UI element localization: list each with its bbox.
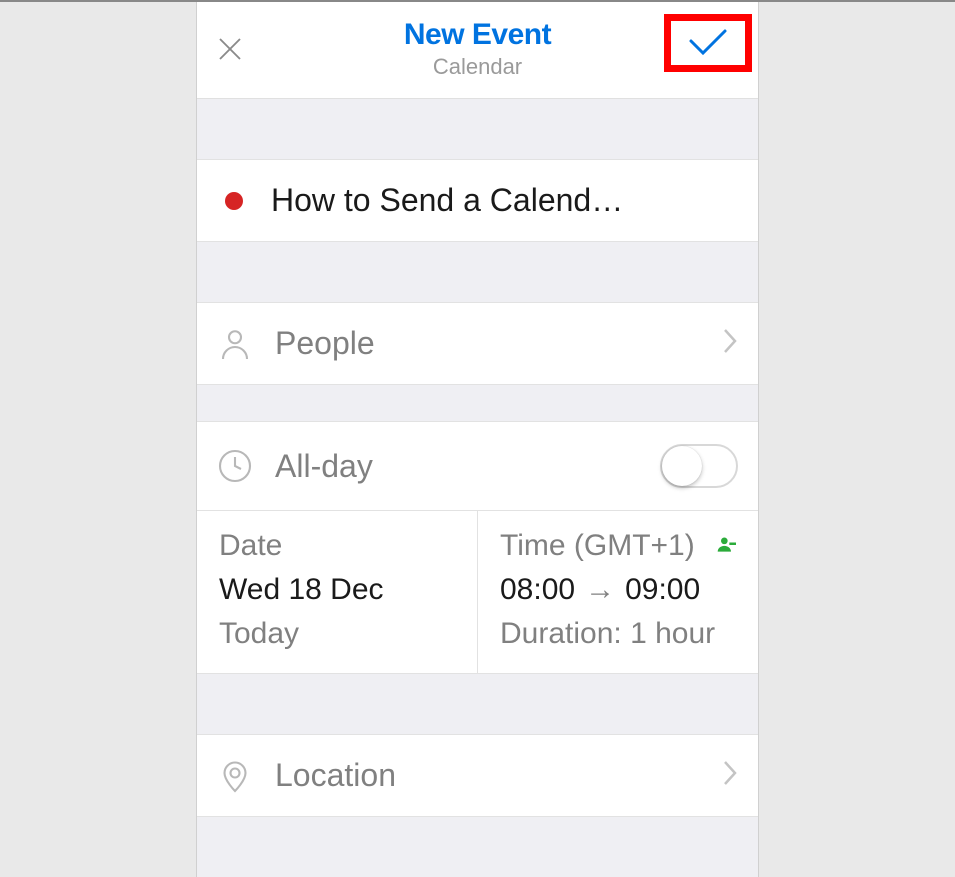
duration-text: Duration: 1 hour xyxy=(500,617,736,651)
date-relative: Today xyxy=(219,617,455,651)
location-pin-icon xyxy=(217,758,253,794)
close-icon[interactable] xyxy=(215,34,245,64)
new-event-screen: New Event Calendar How to Send a Calend…… xyxy=(196,2,759,877)
person-icon xyxy=(217,326,253,362)
event-title-text: How to Send a Calend… xyxy=(271,182,738,219)
people-label: People xyxy=(275,325,722,362)
date-heading: Date xyxy=(219,529,455,563)
arrow-right-icon: → xyxy=(585,573,615,607)
section-gap xyxy=(197,242,758,302)
time-start: 08:00 xyxy=(500,573,575,607)
chevron-right-icon xyxy=(722,327,738,360)
datetime-section: Date Wed 18 Dec Today Time (GMT+1) 08:00… xyxy=(197,511,758,674)
location-row[interactable]: Location xyxy=(197,734,758,817)
event-title-row[interactable]: How to Send a Calend… xyxy=(197,159,758,242)
time-column[interactable]: Time (GMT+1) 08:00 → 09:00 Duration: 1 h… xyxy=(477,511,758,673)
header-subtitle: Calendar xyxy=(404,54,551,80)
all-day-row: All-day xyxy=(197,421,758,511)
header-title: New Event xyxy=(404,18,551,52)
people-row[interactable]: People xyxy=(197,302,758,385)
toggle-knob xyxy=(662,446,702,486)
section-gap xyxy=(197,674,758,734)
timezone-person-icon xyxy=(716,529,736,563)
all-day-label: All-day xyxy=(275,448,660,485)
date-column[interactable]: Date Wed 18 Dec Today xyxy=(197,511,477,673)
time-heading: Time (GMT+1) xyxy=(500,529,695,563)
section-gap xyxy=(197,385,758,421)
all-day-toggle[interactable] xyxy=(660,444,738,488)
time-end: 09:00 xyxy=(625,573,700,607)
chevron-right-icon xyxy=(722,759,738,792)
confirm-button[interactable] xyxy=(664,14,752,72)
section-gap xyxy=(197,99,758,159)
date-value: Wed 18 Dec xyxy=(219,573,455,607)
header-bar: New Event Calendar xyxy=(197,2,758,99)
calendar-color-dot xyxy=(225,192,243,210)
clock-icon xyxy=(217,448,253,484)
location-label: Location xyxy=(275,757,722,794)
